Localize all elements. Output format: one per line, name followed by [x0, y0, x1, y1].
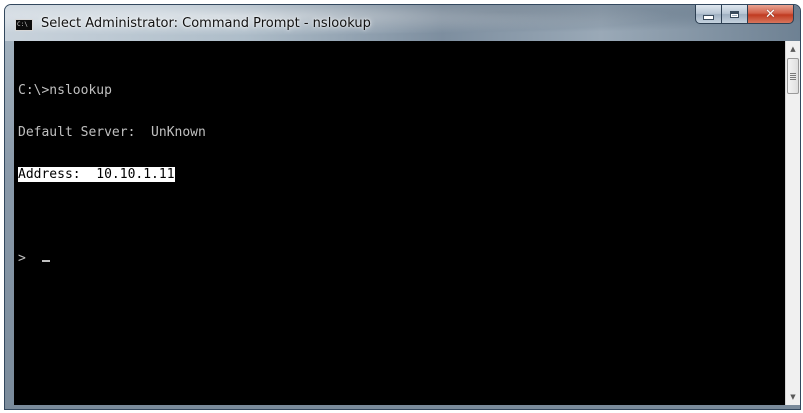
close-icon: ✕ — [765, 6, 776, 22]
command-prompt-window[interactable]: C:\ Select Administrator: Command Prompt… — [4, 4, 801, 410]
text-cursor — [41, 260, 50, 262]
console-line-command: C:\>nslookup — [18, 83, 112, 98]
selected-text[interactable]: Address: 10.10.1.11 — [18, 167, 175, 182]
title-bar[interactable]: C:\ Select Administrator: Command Prompt… — [5, 5, 800, 41]
maximize-icon — [730, 10, 739, 18]
close-button[interactable]: ✕ — [748, 5, 794, 24]
console-line-blank — [18, 210, 206, 224]
scroll-down-arrow-icon[interactable]: ▼ — [786, 389, 800, 405]
window-title: Select Administrator: Command Prompt - n… — [41, 16, 371, 31]
console-line-prompt: > — [18, 252, 206, 266]
scroll-up-arrow-icon[interactable]: ▲ — [786, 41, 800, 57]
minimize-button[interactable] — [695, 5, 722, 24]
console-line-address: Address: 10.10.1.11 — [18, 167, 206, 182]
scroll-thumb[interactable] — [787, 58, 799, 94]
minimize-icon — [703, 15, 714, 20]
console-output[interactable]: C:\>nslookup Default Server: UnKnown Add… — [14, 41, 785, 405]
grip-icon — [790, 72, 796, 80]
prompt-symbol: > — [18, 251, 34, 266]
cmd-icon[interactable]: C:\ — [15, 19, 33, 31]
maximize-button[interactable] — [722, 5, 748, 24]
vertical-scrollbar[interactable]: ▲ ▼ — [785, 41, 800, 405]
console-line-default-server: Default Server: UnKnown — [18, 125, 206, 140]
window-controls: ✕ — [695, 5, 794, 27]
